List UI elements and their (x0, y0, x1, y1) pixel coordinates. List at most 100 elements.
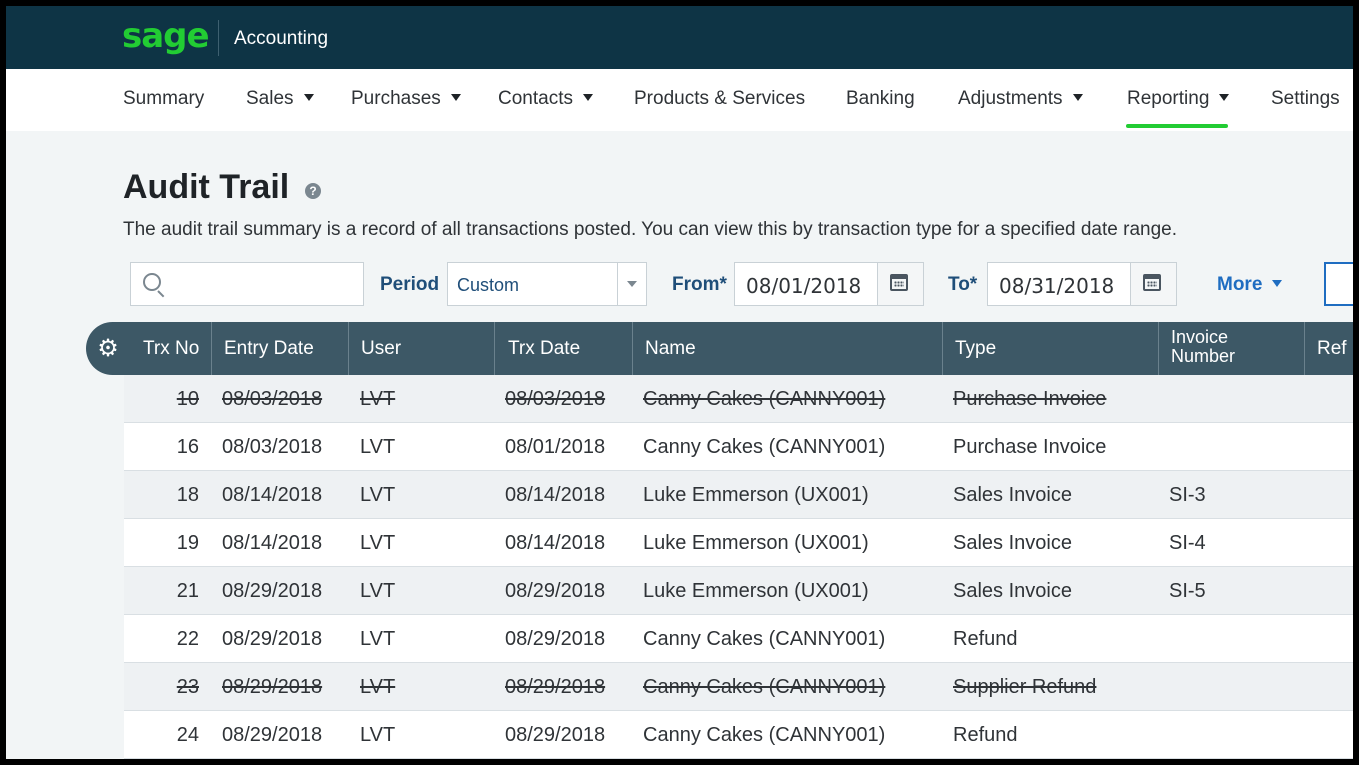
nav-item-summary[interactable]: Summary (123, 88, 204, 110)
table-row[interactable]: 18 08/14/2018 LVT 08/14/2018 Luke Emmerson (… (124, 471, 1353, 519)
column-divider (632, 322, 633, 375)
product-name: Accounting (234, 28, 329, 49)
table-header: ⚙ Trx No Entry Date User Trx Date Name T… (86, 322, 1353, 375)
caret-down-icon (582, 94, 593, 101)
cell-entry-date: 08/29/2018 (222, 628, 323, 650)
nav-item-settings[interactable]: Settings (1271, 88, 1340, 110)
cell-type: Sales Invoice (953, 532, 1072, 554)
table-row[interactable]: 22 08/29/2018 LVT 08/29/2018 Canny Cakes (CA… (124, 615, 1353, 663)
cell-entry-date: 08/29/2018 (222, 676, 323, 698)
cell-trx-date: 08/14/2018 (505, 532, 606, 554)
cell-entry-date: 08/29/2018 (222, 724, 323, 746)
cell-trx-no: 21 (176, 580, 199, 602)
nav-item-contacts[interactable]: Contacts (498, 88, 593, 110)
chevron-down-icon (627, 281, 637, 287)
column-header-type[interactable]: Type (955, 322, 996, 375)
cell-invoice-number: SI-3 (1169, 484, 1206, 506)
table-row[interactable]: 10 08/03/2018 LVT 08/03/2018 Canny Cakes (CA… (124, 375, 1353, 423)
cell-name: Canny Cakes (CANNY001) (643, 436, 886, 458)
cell-trx-date: 08/29/2018 (505, 724, 606, 746)
cell-trx-date: 08/01/2018 (505, 436, 606, 458)
cell-name: Canny Cakes (CANNY001) (643, 676, 886, 698)
nav-item-purchases[interactable]: Purchases (351, 88, 461, 110)
nav-item-adjustments[interactable]: Adjustments (958, 88, 1083, 110)
cell-name: Luke Emmerson (UX001) (643, 484, 869, 506)
to-date-field[interactable]: 08/31/2018 (987, 262, 1177, 306)
sage-logo[interactable]: sage (122, 16, 210, 56)
cell-trx-no: 18 (176, 484, 199, 506)
cell-trx-no: 10 (176, 388, 199, 410)
action-button[interactable] (1324, 262, 1353, 306)
cell-trx-date: 08/29/2018 (505, 580, 606, 602)
column-header-trx-date[interactable]: Trx Date (508, 322, 580, 375)
caret-down-icon (450, 94, 461, 101)
column-header-name[interactable]: Name (645, 322, 696, 375)
caret-down-icon (1072, 94, 1083, 101)
to-calendar-button[interactable] (1130, 263, 1176, 305)
from-date-value: 08/01/2018 (746, 274, 862, 298)
nav-item-banking[interactable]: Banking (846, 88, 915, 110)
cell-trx-no: 23 (176, 676, 199, 698)
cell-user: LVT (360, 676, 396, 698)
search-icon (143, 273, 161, 291)
cell-name: Luke Emmerson (UX001) (643, 532, 869, 554)
cell-type: Purchase Invoice (953, 436, 1107, 458)
cell-name: Canny Cakes (CANNY001) (643, 628, 886, 650)
from-label: From* (672, 274, 727, 295)
active-nav-underline (1126, 124, 1228, 128)
column-divider (942, 322, 943, 375)
table-row[interactable]: 19 08/14/2018 LVT 08/14/2018 Luke Emmerson (… (124, 519, 1353, 567)
calendar-icon (1143, 274, 1161, 291)
from-date-field[interactable]: 08/01/2018 (734, 262, 924, 306)
table-row[interactable]: 24 08/29/2018 LVT 08/29/2018 Canny Cakes (CA… (124, 711, 1353, 759)
cell-name: Canny Cakes (CANNY001) (643, 388, 886, 410)
cell-entry-date: 08/03/2018 (222, 436, 323, 458)
cell-trx-date: 08/29/2018 (505, 676, 606, 698)
gear-icon[interactable]: ⚙ (97, 337, 119, 361)
column-header-ref[interactable]: Ref (1317, 322, 1347, 375)
cell-type: Refund (953, 628, 1018, 650)
topbar-divider (218, 20, 219, 56)
from-calendar-button[interactable] (877, 263, 923, 305)
column-header-trx-no[interactable]: Trx No (143, 322, 199, 375)
cell-entry-date: 08/03/2018 (222, 388, 323, 410)
column-divider (211, 322, 212, 375)
nav-item-sales[interactable]: Sales (246, 88, 314, 110)
to-label: To* (948, 274, 978, 295)
table-row[interactable]: 21 08/29/2018 LVT 08/29/2018 Luke Emmerson (… (124, 567, 1353, 615)
cell-user: LVT (360, 580, 396, 602)
period-label: Period (380, 274, 440, 295)
cell-user: LVT (360, 532, 396, 554)
help-icon[interactable]: ? (305, 183, 321, 199)
table-row[interactable]: 23 08/29/2018 LVT 08/29/2018 Canny Cakes (CA… (124, 663, 1353, 711)
caret-down-icon (1272, 280, 1283, 287)
nav-item-products-services[interactable]: Products & Services (634, 88, 805, 110)
period-select[interactable]: Custom (447, 262, 647, 306)
page-title: Audit Trail (123, 168, 290, 206)
cell-trx-no: 19 (176, 532, 199, 554)
cell-entry-date: 08/14/2018 (222, 484, 323, 506)
column-header-entry-date[interactable]: Entry Date (224, 322, 314, 375)
to-date-value: 08/31/2018 (999, 274, 1115, 298)
cell-user: LVT (360, 388, 396, 410)
cell-trx-date: 08/29/2018 (505, 628, 606, 650)
cell-invoice-number: SI-4 (1169, 532, 1206, 554)
caret-down-icon (1219, 94, 1230, 101)
nav-item-reporting[interactable]: Reporting (1127, 88, 1230, 110)
column-header-invoice-number[interactable]: Invoice Number (1171, 322, 1281, 375)
more-filters-button[interactable]: More (1217, 274, 1283, 296)
table-row[interactable]: 16 08/03/2018 LVT 08/01/2018 Canny Cakes (CA… (124, 423, 1353, 471)
calendar-icon (890, 274, 908, 291)
page-description: The audit trail summary is a record of a… (123, 219, 1177, 240)
cell-type: Sales Invoice (953, 484, 1072, 506)
search-input[interactable] (130, 262, 364, 306)
cell-user: LVT (360, 628, 396, 650)
cell-trx-date: 08/03/2018 (505, 388, 606, 410)
column-header-user[interactable]: User (361, 322, 401, 375)
cell-trx-no: 24 (176, 724, 199, 746)
column-divider (1304, 322, 1305, 375)
top-bar: sage Accounting (6, 6, 1353, 69)
cell-type: Supplier Refund (953, 676, 1097, 698)
cell-trx-date: 08/14/2018 (505, 484, 606, 506)
column-divider (348, 322, 349, 375)
